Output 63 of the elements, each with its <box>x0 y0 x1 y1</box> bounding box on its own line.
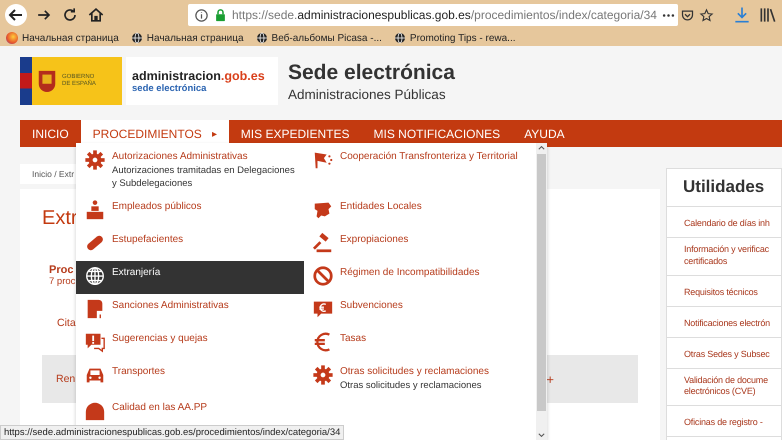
bookmark-item[interactable]: Promoting Tips - rewa... <box>394 32 516 44</box>
nav-tab[interactable]: AYUDA <box>512 120 577 147</box>
utility-link[interactable]: Oficinas de registro - <box>684 417 763 430</box>
menu-item[interactable]: Sugerencias y quejas <box>76 326 304 360</box>
bookmark-item[interactable]: Веб-альбомы Picasa -... <box>256 32 382 44</box>
scroll-down-icon[interactable] <box>537 431 546 440</box>
menu-item[interactable]: Extranjería <box>76 260 304 294</box>
browser-icon <box>6 32 18 44</box>
menu-item[interactable]: Transportes <box>76 360 304 396</box>
utility-link[interactable]: Validación de docume electrónicos (CVE) <box>684 374 768 398</box>
procedure-count: 7 proc <box>49 276 76 287</box>
gear-icon <box>84 149 106 171</box>
utility-link[interactable]: Información y verificac certificados <box>684 244 769 268</box>
globe-icon <box>130 32 143 44</box>
url-text: https://sede.administracionespublicas.gob.es/procedimientos/index/categoria/34 <box>232 8 657 22</box>
section-title: Proc <box>49 264 74 276</box>
nav-tab[interactable]: MIS EXPEDIENTES <box>228 120 362 147</box>
bookmark-label: Веб-альбомы Picasa -... <box>272 32 382 44</box>
globe-icon <box>256 32 268 44</box>
status-bar: https://sede.administracionespublicas.gob.es/procedimientos/index/categoria/34 <box>0 425 344 440</box>
prohibited-icon <box>312 264 334 287</box>
procedure-link[interactable]: Ren <box>56 373 76 385</box>
scrollbar[interactable] <box>536 143 547 440</box>
menu-item[interactable]: Cooperación Transfronteriza y Territorial <box>304 145 536 195</box>
site-subtitle: Administraciones Públicas <box>288 86 447 102</box>
utility-link[interactable]: Otras Sedes y Subsec <box>684 348 770 360</box>
nav-tab[interactable]: MIS NOTIFICACIONES <box>362 120 512 147</box>
pocket-icon[interactable] <box>680 8 695 22</box>
menu-item[interactable]: Tasas <box>304 326 536 360</box>
bookmark-item[interactable]: Начальная страница <box>6 32 119 44</box>
back-icon[interactable] <box>4 3 28 27</box>
utility-link[interactable]: Calendario de días inh <box>684 218 770 230</box>
gavel-icon <box>312 232 334 254</box>
administracion-logo: administracion.gob.es sede electrónica <box>126 57 278 105</box>
menu-item[interactable]: Entidades Locales <box>304 194 536 228</box>
bookmark-label: Promoting Tips - rewa... <box>410 32 516 44</box>
utility-link[interactable]: Notificaciones electrón <box>684 318 770 330</box>
menu-item[interactable]: Otras solicitudes y reclamaciones Otras solicitudes y reclamaciones <box>304 360 536 396</box>
scroll-up-icon[interactable] <box>537 143 546 152</box>
bookmark-item[interactable]: Начальная страница <box>130 32 244 44</box>
menu-item[interactable]: Estupefacientes <box>76 228 304 261</box>
bookmark-label: Начальная страница <box>22 32 119 44</box>
menu-item[interactable]: Subvenciones <box>304 294 536 327</box>
menu-item[interactable]: Expropiaciones <box>304 228 536 261</box>
globe-icon <box>394 32 406 44</box>
panel-title: Utilidades <box>667 169 781 207</box>
page-heading: Extr <box>42 207 78 230</box>
expand-button[interactable]: + <box>546 372 554 386</box>
menu-item[interactable]: Sanciones Administrativas <box>76 294 304 327</box>
nav-tab[interactable]: INICIO <box>20 120 81 147</box>
site-title: Sede electrónica <box>288 60 455 84</box>
utility-link[interactable]: Requisitos técnicos <box>684 286 758 298</box>
gear-icon <box>312 364 334 386</box>
menu-item[interactable]: Régimen de Incompatibilidades <box>304 260 536 294</box>
globe-icon <box>84 264 106 287</box>
procedure-link[interactable]: Cita <box>57 317 76 329</box>
menu-item[interactable]: Empleados públicos <box>76 194 304 228</box>
star-icon[interactable] <box>698 8 714 22</box>
lock-icon <box>213 8 228 22</box>
info-icon[interactable] <box>194 8 209 22</box>
dome-icon <box>84 400 106 422</box>
podium-icon <box>84 198 106 221</box>
bookmark-label: Начальная страница <box>146 32 244 44</box>
